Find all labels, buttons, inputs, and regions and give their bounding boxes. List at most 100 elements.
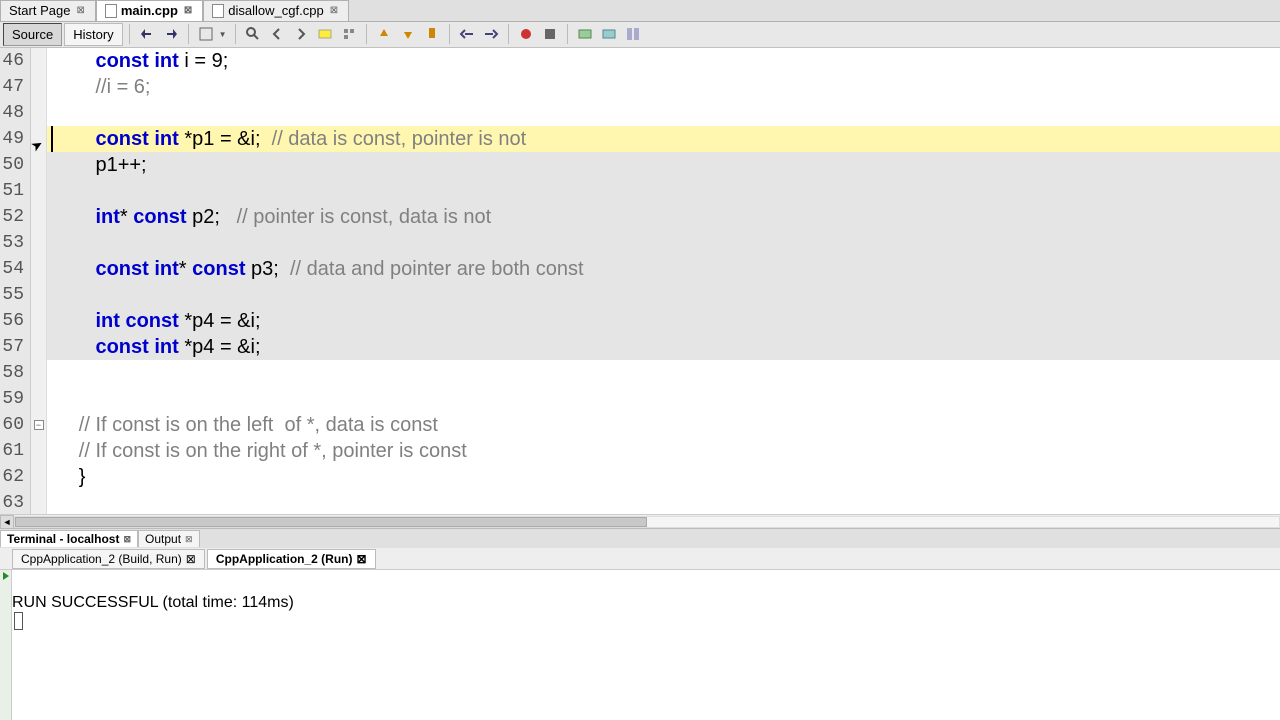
scroll-left-icon[interactable]: ◄ bbox=[0, 515, 14, 529]
line-number[interactable]: 48 bbox=[0, 100, 30, 126]
line-number[interactable]: 55 bbox=[0, 282, 30, 308]
code-line[interactable]: const int *p4 = &i; bbox=[47, 334, 1280, 360]
next-bookmark-icon[interactable] bbox=[397, 23, 419, 45]
line-number[interactable]: 63 bbox=[0, 490, 30, 514]
fold-cell bbox=[31, 360, 46, 386]
code-line[interactable] bbox=[47, 490, 1280, 514]
line-number[interactable]: 59 bbox=[0, 386, 30, 412]
close-icon[interactable]: ⊠ bbox=[357, 552, 367, 566]
tool-icon[interactable] bbox=[195, 23, 217, 45]
fold-cell bbox=[31, 386, 46, 412]
scroll-thumb[interactable] bbox=[15, 517, 647, 527]
tab-main-cpp[interactable]: main.cpp ⊠ bbox=[96, 0, 203, 21]
tab-label: disallow_cgf.cpp bbox=[228, 3, 323, 18]
fold-cell bbox=[31, 178, 46, 204]
code-line[interactable]: p1++; bbox=[47, 152, 1280, 178]
highlight-icon[interactable] bbox=[314, 23, 336, 45]
rerun-icon[interactable] bbox=[3, 572, 9, 580]
chevron-down-icon[interactable]: ▼ bbox=[217, 30, 229, 39]
line-number[interactable]: 47 bbox=[0, 74, 30, 100]
code-line[interactable] bbox=[47, 178, 1280, 204]
tab-output[interactable]: Output ⊠ bbox=[138, 530, 200, 547]
tool-icon[interactable] bbox=[338, 23, 360, 45]
code-line[interactable]: const int* const p3; // data and pointer… bbox=[47, 256, 1280, 282]
code-line[interactable]: int const *p4 = &i; bbox=[47, 308, 1280, 334]
stop-macro-icon[interactable] bbox=[539, 23, 561, 45]
output-panel: RUN SUCCESSFUL (total time: 114ms) bbox=[0, 570, 1280, 720]
line-number[interactable]: 60 bbox=[0, 412, 30, 438]
history-mode-button[interactable]: History bbox=[64, 23, 122, 46]
shift-left-icon[interactable] bbox=[456, 23, 478, 45]
back-icon[interactable] bbox=[136, 23, 158, 45]
tool-icon[interactable] bbox=[574, 23, 596, 45]
code-line[interactable]: int* const p2; // pointer is const, data… bbox=[47, 204, 1280, 230]
tool-icon[interactable] bbox=[598, 23, 620, 45]
horizontal-scrollbar[interactable]: ◄ bbox=[0, 514, 1280, 528]
fold-cell: − bbox=[31, 412, 46, 438]
code-line[interactable]: //i = 6; bbox=[47, 74, 1280, 100]
close-icon[interactable]: ⊠ bbox=[185, 534, 193, 545]
code-line[interactable] bbox=[47, 100, 1280, 126]
close-icon[interactable]: ⊠ bbox=[182, 5, 194, 16]
subtab-build-run[interactable]: CppApplication_2 (Build, Run) ⊠ bbox=[12, 549, 205, 569]
line-number[interactable]: 54 bbox=[0, 256, 30, 282]
line-number[interactable]: 50 bbox=[0, 152, 30, 178]
find-selection-icon[interactable] bbox=[242, 23, 264, 45]
code-line[interactable]: } bbox=[47, 464, 1280, 490]
subtab-run[interactable]: CppApplication_2 (Run) ⊠ bbox=[207, 549, 376, 569]
prev-bookmark-icon[interactable] bbox=[373, 23, 395, 45]
line-number[interactable]: 46 bbox=[0, 48, 30, 74]
line-number[interactable]: 53 bbox=[0, 230, 30, 256]
text-caret bbox=[51, 126, 53, 152]
fold-cell bbox=[31, 282, 46, 308]
separator bbox=[508, 24, 509, 44]
fold-cell bbox=[31, 100, 46, 126]
fold-column: − bbox=[31, 48, 47, 514]
run-config-tabs: CppApplication_2 (Build, Run) ⊠ CppAppli… bbox=[0, 548, 1280, 570]
forward-icon[interactable] bbox=[160, 23, 182, 45]
find-prev-icon[interactable] bbox=[266, 23, 288, 45]
tab-disallow-cgf[interactable]: disallow_cgf.cpp ⊠ bbox=[203, 0, 349, 21]
close-icon[interactable]: ⊠ bbox=[328, 5, 340, 16]
line-number[interactable]: 58 bbox=[0, 360, 30, 386]
close-icon[interactable]: ⊠ bbox=[186, 552, 196, 566]
line-number[interactable]: 57 bbox=[0, 334, 30, 360]
code-line[interactable]: const int i = 9; bbox=[47, 48, 1280, 74]
tool-icon[interactable] bbox=[622, 23, 644, 45]
code-line[interactable] bbox=[47, 282, 1280, 308]
close-icon[interactable]: ⊠ bbox=[74, 5, 86, 16]
code-line[interactable]: const int *p1 = &i; // data is const, po… bbox=[47, 126, 1280, 152]
line-number[interactable]: 49 bbox=[0, 126, 30, 152]
shift-right-icon[interactable] bbox=[480, 23, 502, 45]
line-number[interactable]: 52 bbox=[0, 204, 30, 230]
separator bbox=[449, 24, 450, 44]
line-number[interactable]: 56 bbox=[0, 308, 30, 334]
code-line[interactable] bbox=[47, 230, 1280, 256]
code-line[interactable] bbox=[47, 360, 1280, 386]
source-mode-button[interactable]: Source bbox=[3, 23, 62, 46]
tab-label: Terminal - localhost bbox=[7, 532, 119, 546]
close-icon[interactable]: ⊠ bbox=[123, 534, 131, 545]
line-number[interactable]: 51 bbox=[0, 178, 30, 204]
editor-toolbar: Source History ▼ bbox=[0, 22, 1280, 48]
line-number[interactable]: 62 bbox=[0, 464, 30, 490]
tab-start-page[interactable]: Start Page ⊠ bbox=[0, 0, 96, 21]
toggle-bookmark-icon[interactable] bbox=[421, 23, 443, 45]
record-macro-icon[interactable] bbox=[515, 23, 537, 45]
fold-cell bbox=[31, 74, 46, 100]
code-line[interactable]: // If const is on the left of *, data is… bbox=[47, 412, 1280, 438]
output-panel-tabs: Terminal - localhost ⊠ Output ⊠ bbox=[0, 528, 1280, 548]
code-editor[interactable]: 464748495051525354555657585960616263 − c… bbox=[0, 48, 1280, 514]
scroll-track[interactable] bbox=[14, 516, 1280, 528]
tab-label: main.cpp bbox=[121, 3, 178, 18]
tab-terminal[interactable]: Terminal - localhost ⊠ bbox=[0, 530, 138, 547]
code-area[interactable]: const int i = 9; //i = 6; const int *p1 … bbox=[47, 48, 1280, 514]
fold-cell bbox=[31, 464, 46, 490]
fold-toggle-icon[interactable]: − bbox=[34, 420, 44, 430]
find-next-icon[interactable] bbox=[290, 23, 312, 45]
code-line[interactable] bbox=[47, 386, 1280, 412]
line-number[interactable]: 61 bbox=[0, 438, 30, 464]
code-line[interactable]: // If const is on the right of *, pointe… bbox=[47, 438, 1280, 464]
output-text[interactable]: RUN SUCCESSFUL (total time: 114ms) bbox=[12, 570, 1280, 720]
fold-cell bbox=[31, 490, 46, 514]
